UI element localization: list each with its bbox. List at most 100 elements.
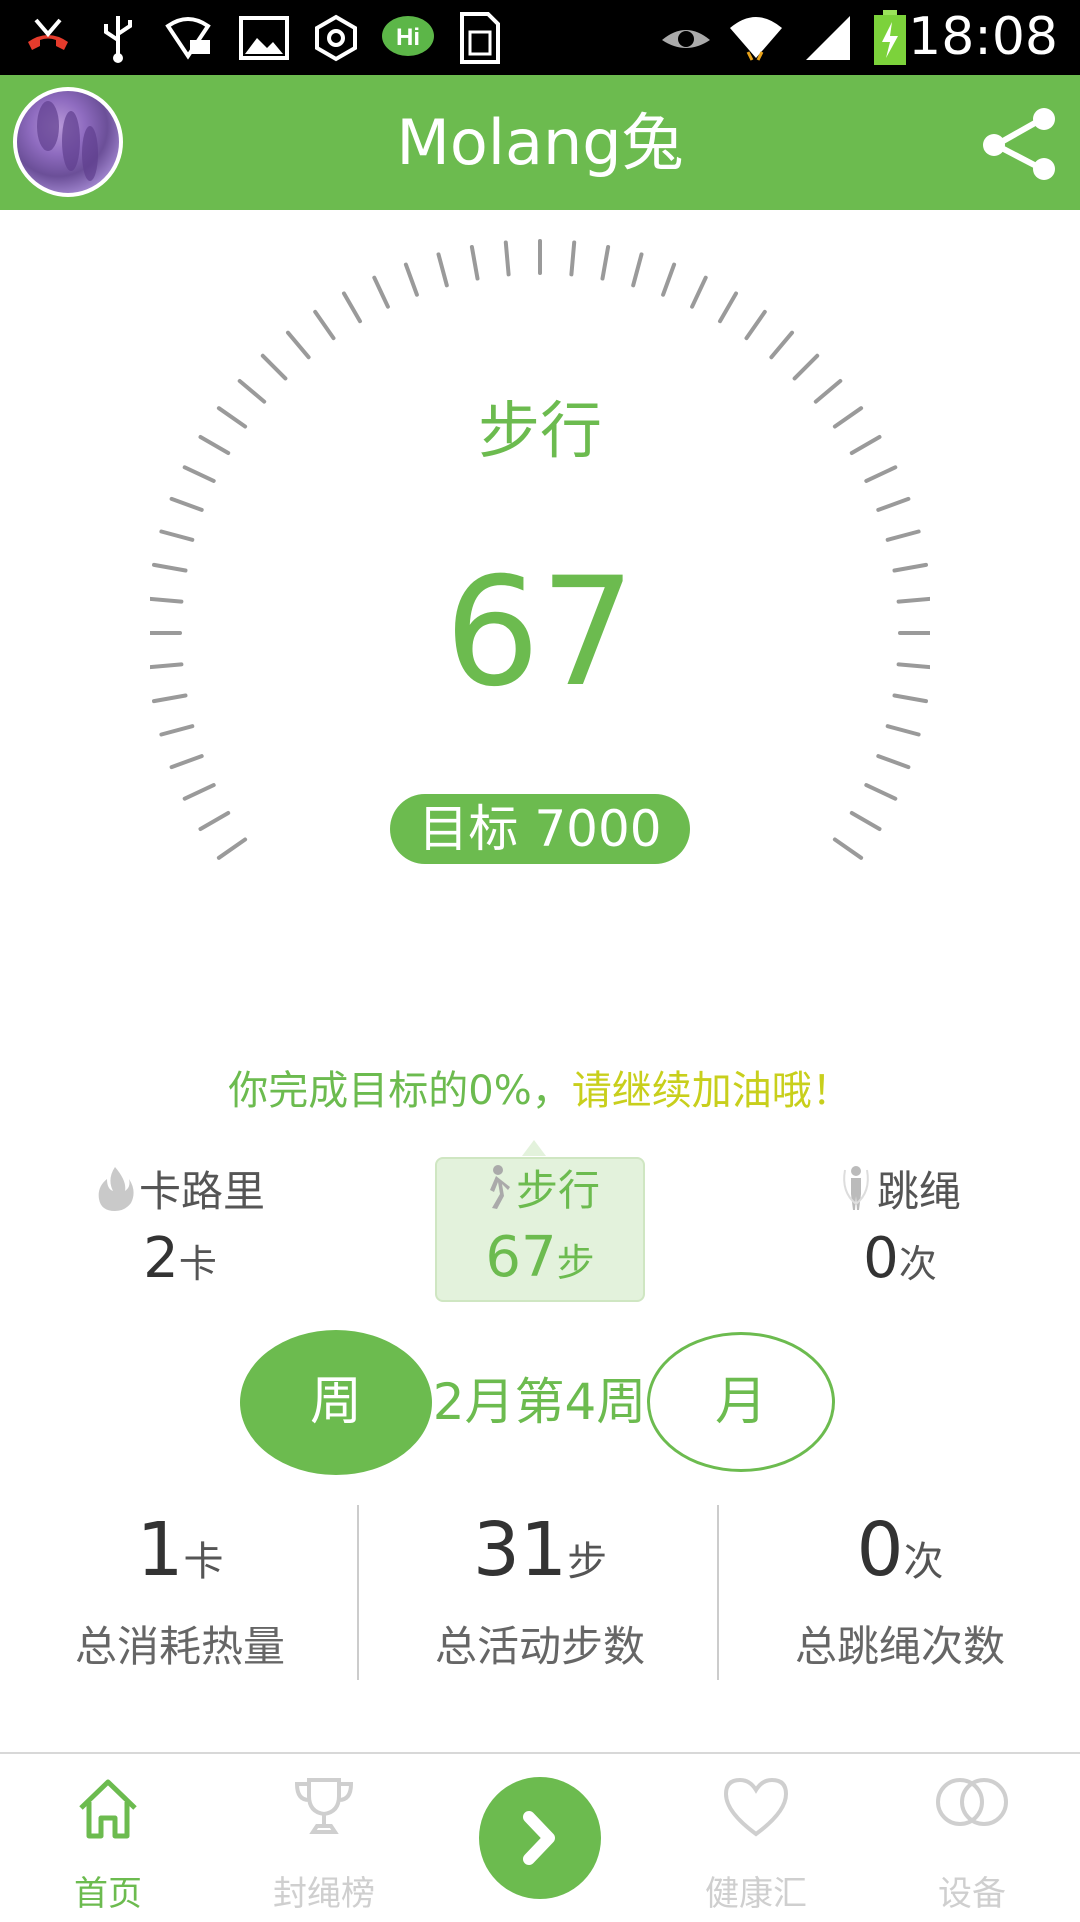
- image-icon: [236, 10, 292, 66]
- dial-tick: [690, 275, 708, 309]
- app-title: Molang兔: [396, 106, 684, 179]
- home-icon: [79, 1779, 137, 1839]
- divider: [717, 1505, 719, 1680]
- wifi-check-icon: [160, 10, 216, 66]
- dial-tick: [744, 309, 767, 341]
- share-icon[interactable]: [978, 103, 1062, 187]
- dial-tick: [792, 353, 820, 381]
- chevron-right-icon: [523, 1811, 555, 1865]
- month-button[interactable]: 月: [647, 1332, 835, 1472]
- tab-home-label: 首页: [74, 1874, 142, 1914]
- trophy-icon: [294, 1778, 354, 1834]
- total-jumps-caption: 总跳绳次数: [794, 1622, 1005, 1671]
- tab-home[interactable]: 首页: [18, 1754, 198, 1922]
- encourage-text: 请继续加油哦！: [571, 1068, 852, 1114]
- dial-tick: [600, 245, 611, 281]
- dial-tick: [718, 291, 738, 324]
- stat-calories[interactable]: 卡路里 2卡: [60, 1160, 300, 1300]
- dial-tick: [260, 353, 288, 381]
- dial-tick: [469, 245, 480, 281]
- dial-tick: [403, 262, 419, 297]
- tab-health[interactable]: 健康汇: [666, 1754, 846, 1922]
- stat-jump-label: 跳绳: [876, 1166, 961, 1216]
- tab-device[interactable]: 设备: [882, 1754, 1062, 1922]
- tab-leaderboard[interactable]: 封绳榜: [234, 1754, 414, 1922]
- dial-tick: [286, 330, 311, 360]
- svg-text:Hi: Hi: [396, 24, 420, 51]
- total-steps-caption: 总活动步数: [434, 1622, 645, 1671]
- heart-icon: [723, 1777, 789, 1837]
- step-count: 67: [444, 546, 636, 720]
- period-selector: 周 2月第4周 月: [0, 1330, 1080, 1475]
- dial-tick: [159, 724, 195, 737]
- total-jumps-unit: 次: [903, 1539, 944, 1585]
- dial-tick: [661, 262, 677, 297]
- dial-tick: [631, 252, 644, 288]
- start-button[interactable]: [479, 1777, 601, 1899]
- dial-tick: [372, 275, 390, 309]
- goal-badge[interactable]: 目标 7000: [390, 794, 690, 864]
- stat-steps-value: 67: [485, 1225, 557, 1290]
- total-calories-caption: 总消耗热量: [74, 1622, 285, 1671]
- progress-percent-text: 你完成目标的0%，: [228, 1068, 572, 1114]
- eye-icon: [658, 10, 714, 66]
- dial-tick: [436, 252, 449, 288]
- rings-icon: [936, 1778, 1008, 1826]
- dial-tick: [876, 754, 911, 770]
- total-steps-value: 31: [472, 1507, 568, 1593]
- dial-tick: [832, 837, 864, 860]
- total-jumps: 0次 总跳绳次数: [720, 1505, 1080, 1680]
- total-calories-value: 1: [136, 1507, 184, 1593]
- dial-tick: [216, 837, 248, 860]
- wifi-icon: [728, 10, 784, 66]
- tab-health-label: 健康汇: [705, 1874, 807, 1914]
- clock: 18:08: [908, 7, 1058, 67]
- app-bar: Molang兔: [0, 75, 1080, 210]
- current-period: 2月第4周: [432, 1373, 647, 1431]
- tab-device-label: 设备: [938, 1874, 1006, 1914]
- progress-message: 你完成目标的0%，请继续加油哦！: [0, 1058, 1080, 1116]
- jump-rope-icon: [843, 1166, 869, 1210]
- totals-row: 1卡 总消耗热量 31步 总活动步数 0次 总跳绳次数: [0, 1505, 1080, 1680]
- dial-tick: [864, 783, 898, 801]
- stat-steps[interactable]: 步行 67步: [435, 1157, 645, 1302]
- usb-icon: [90, 10, 146, 66]
- dial-tick: [885, 529, 921, 542]
- dial-tick: [885, 724, 921, 737]
- status-bar: Hi 18:08: [0, 0, 1080, 75]
- missed-call-icon: [20, 10, 76, 66]
- stat-jump-value: 0: [863, 1226, 899, 1291]
- dial-tick: [159, 529, 195, 542]
- dial-tick: [849, 811, 882, 831]
- dial-tick: [769, 330, 794, 360]
- sim-card-icon: [452, 10, 508, 66]
- stat-calories-value: 2: [143, 1226, 179, 1291]
- dial-tick: [342, 291, 362, 324]
- total-jumps-value: 0: [856, 1507, 904, 1593]
- total-steps: 31步 总活动步数: [360, 1505, 720, 1680]
- dial-title: 步行: [477, 394, 602, 467]
- stat-steps-label: 步行: [515, 1165, 600, 1215]
- signal-icon: [800, 10, 856, 66]
- dial-tick: [876, 496, 911, 512]
- dial-tick: [569, 240, 577, 277]
- hi-bubble-icon: Hi: [380, 10, 436, 66]
- stat-jump-rope[interactable]: 跳绳 0次: [780, 1160, 1020, 1300]
- total-calories: 1卡 总消耗热量: [0, 1505, 360, 1680]
- dial-tick: [313, 309, 336, 341]
- stat-steps-unit: 步: [556, 1241, 595, 1285]
- settings-hex-icon: [308, 10, 364, 66]
- dial-tick: [503, 240, 511, 277]
- stat-calories-label: 卡路里: [138, 1166, 265, 1216]
- flame-icon: [98, 1167, 134, 1211]
- dial-tick: [169, 754, 204, 770]
- dial-tick: [198, 811, 231, 831]
- stat-jump-unit: 次: [898, 1242, 937, 1286]
- dial-tick: [169, 496, 204, 512]
- week-button[interactable]: 周: [240, 1330, 432, 1475]
- dial-tick: [182, 783, 216, 801]
- total-calories-unit: 卡: [183, 1539, 224, 1585]
- divider: [357, 1505, 359, 1680]
- tab-leaderboard-label: 封绳榜: [273, 1874, 375, 1914]
- selection-pointer: [522, 1140, 546, 1156]
